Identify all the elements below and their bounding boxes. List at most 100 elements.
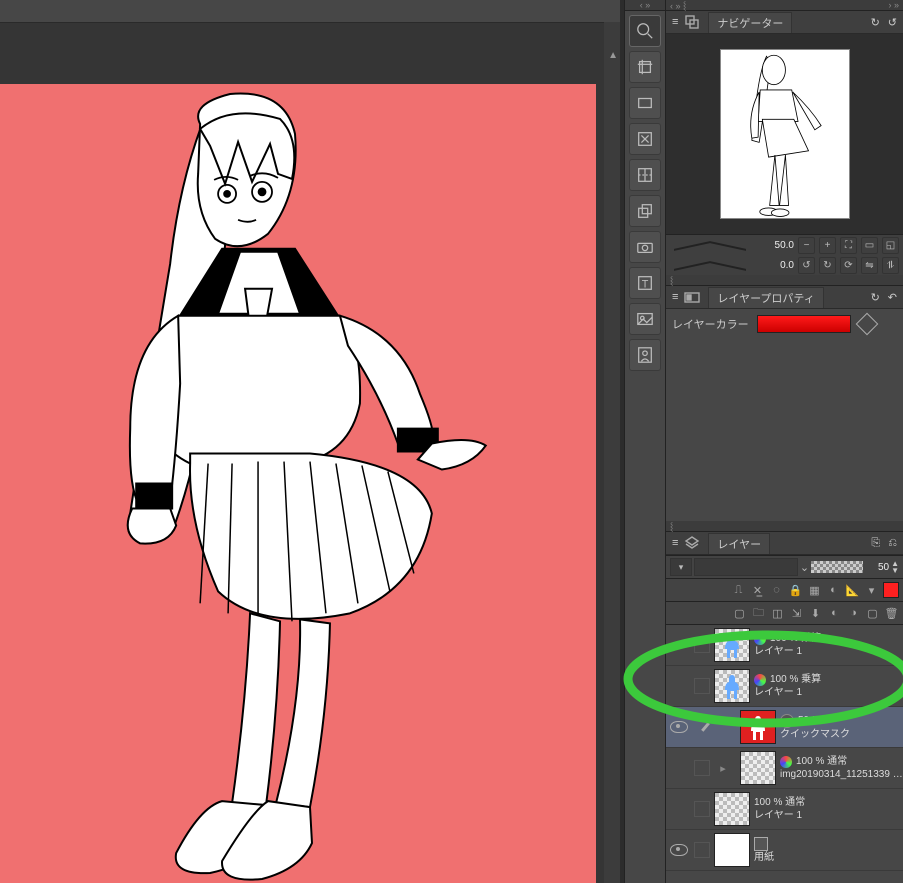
actual-size-icon[interactable]: ◱ [882, 237, 899, 254]
menu-icon[interactable]: ≡ [672, 291, 678, 303]
tab-handle[interactable]: ‹ » [625, 0, 665, 11]
layer-name-label: レイヤー 1 [754, 686, 903, 699]
trash-icon[interactable]: 🗑 [884, 606, 899, 621]
tool-zoom[interactable] [629, 15, 661, 47]
zoom-in-icon[interactable]: + [819, 237, 836, 254]
panel-drag-handle[interactable]: ‹ » ⸾› » [666, 0, 903, 11]
artwork-girl [0, 84, 596, 883]
merge-down-icon[interactable]: ⬇ [808, 606, 823, 621]
link-icon[interactable]: ▾ [864, 583, 879, 598]
menu-icon[interactable]: ≡ [672, 537, 678, 549]
lock-column[interactable] [692, 842, 710, 858]
tool-layers[interactable] [629, 195, 661, 227]
apply-mask-icon[interactable]: ◑ [846, 606, 861, 621]
lock-alpha-icon[interactable]: ▦ [807, 583, 822, 598]
layer-row[interactable]: 100 % 乗算レイヤー 1 [666, 625, 903, 666]
layer-thumbnail [740, 751, 776, 785]
fit-screen-icon[interactable]: ⛶ [840, 237, 857, 254]
panel-drag-handle-2[interactable]: ⸾ [666, 275, 903, 286]
layer-property-header: ≡ レイヤープロパティ ↻ ↶ [666, 286, 903, 309]
tool-crop[interactable] [629, 51, 661, 83]
subtool-column: ‹ » T [624, 0, 666, 883]
visibility-toggle[interactable] [666, 844, 692, 856]
canvas[interactable] [0, 84, 596, 883]
tool-rectangle[interactable] [629, 87, 661, 119]
opacity-spinner[interactable]: ▲▼ [891, 560, 899, 574]
rgb-icon [780, 756, 792, 768]
layer-color-label: レイヤーカラー [672, 316, 749, 332]
menu-icon[interactable]: ≡ [672, 16, 678, 28]
new-layer2-icon[interactable]: ◫ [770, 606, 785, 621]
vertical-scrollbar[interactable]: ▲ [604, 22, 620, 883]
layer-property-tab[interactable]: レイヤープロパティ [708, 287, 823, 308]
layer-thumbnail [714, 628, 750, 662]
rotate-cw-icon[interactable]: ↻ [819, 257, 836, 274]
reference-icon[interactable]: ✕̲ [750, 583, 765, 598]
undo-icon[interactable]: ↶ [888, 291, 897, 304]
layer-info: 100 % 通常img20190314_11251339 のコピー [780, 755, 903, 781]
zoom-out-icon[interactable]: − [798, 237, 815, 254]
clip-icon[interactable]: ⎍ [731, 583, 746, 598]
layer-row[interactable]: 50 %クイックマスク [666, 707, 903, 748]
lock-column[interactable] [692, 801, 710, 817]
rotate-slider[interactable] [674, 258, 746, 272]
tool-grid[interactable] [629, 159, 661, 191]
layer-row[interactable]: ▸100 % 通常img20190314_11251339 のコピー [666, 748, 903, 789]
flip-v-icon[interactable]: ⥮ [882, 257, 899, 274]
tool-photo[interactable] [629, 303, 661, 335]
ruler-icon[interactable]: 📐 [845, 583, 860, 598]
svg-text:T: T [642, 279, 649, 291]
right-panel-stack: ‹ » ⸾› » ≡ ナビゲーター ↻ ↺ [666, 0, 903, 883]
panel-drag-handle-3[interactable]: ⸾ [666, 521, 903, 532]
layer-action1-icon[interactable]: ⎘ [871, 537, 880, 550]
navigator-preview[interactable] [666, 34, 903, 234]
layer-name-label: レイヤー 1 [754, 809, 903, 822]
settings-icon[interactable]: ↺ [888, 16, 897, 29]
draft-icon[interactable]: ◌ [769, 583, 784, 598]
new-folder-icon[interactable]: 🗀 [751, 606, 766, 621]
rotate-ccw-icon[interactable]: ↺ [798, 257, 815, 274]
new-layer-icon[interactable]: ▢ [732, 606, 747, 621]
layer-action2-icon[interactable]: ⎌ [888, 537, 897, 550]
lock-column[interactable] [692, 637, 710, 653]
layer-row[interactable]: 100 % 通常レイヤー 1 [666, 789, 903, 830]
visibility-toggle[interactable] [666, 721, 692, 733]
layer-row[interactable]: 100 % 乗算レイヤー 1 [666, 666, 903, 707]
blend-mode-dropdown[interactable] [694, 558, 798, 576]
layer-thumbnail [714, 792, 750, 826]
reset-rotate-icon[interactable]: ⟳ [840, 257, 857, 274]
tool-person[interactable] [629, 339, 661, 371]
layer-info: 用紙 [754, 837, 903, 864]
tool-close-rect[interactable] [629, 123, 661, 155]
navigator-tab[interactable]: ナビゲーター [708, 12, 792, 33]
tool-text[interactable]: T [629, 267, 661, 299]
layer-list[interactable]: 100 % 乗算レイヤー 1100 % 乗算レイヤー 150 %クイックマスク▸… [666, 625, 903, 883]
layers-tab[interactable]: レイヤー [708, 533, 770, 554]
rotation-value: 0.0 [754, 260, 794, 271]
opacity-slider[interactable] [811, 561, 863, 573]
transfer-down-icon[interactable]: ⇲ [789, 606, 804, 621]
color-picker-icon[interactable] [855, 313, 878, 336]
mask-enable-icon[interactable]: ◐ [826, 583, 841, 598]
layers-action-row: ▢ 🗀 ◫ ⇲ ⬇ ◐ ◑ ▢ 🗑 [666, 602, 903, 625]
mask-icon [780, 714, 794, 728]
zoom-slider[interactable] [674, 238, 746, 252]
layer-color-swatch[interactable] [757, 315, 851, 333]
layer-row[interactable]: 用紙 [666, 830, 903, 871]
layer-mode-label: 50 % [798, 714, 821, 727]
scroll-up-arrow[interactable]: ▲ [608, 50, 618, 61]
lock-column[interactable] [692, 678, 710, 694]
lock-column[interactable] [692, 760, 710, 776]
edit-indicator[interactable] [692, 720, 718, 734]
refresh-icon[interactable]: ↻ [871, 16, 880, 29]
flip-h-icon[interactable]: ⇋ [861, 257, 878, 274]
fit-width-icon[interactable]: ▭ [861, 237, 878, 254]
clear-icon[interactable]: ▢ [865, 606, 880, 621]
tool-camera[interactable] [629, 231, 661, 263]
refresh-icon[interactable]: ↻ [871, 291, 880, 304]
palette-dropdown[interactable]: ▾ [670, 558, 692, 576]
layer-color-indicator[interactable] [883, 582, 899, 598]
lock-icon[interactable]: 🔒 [788, 583, 803, 598]
mask-icon[interactable]: ◐ [827, 606, 842, 621]
layer-thumbnail [740, 710, 776, 744]
